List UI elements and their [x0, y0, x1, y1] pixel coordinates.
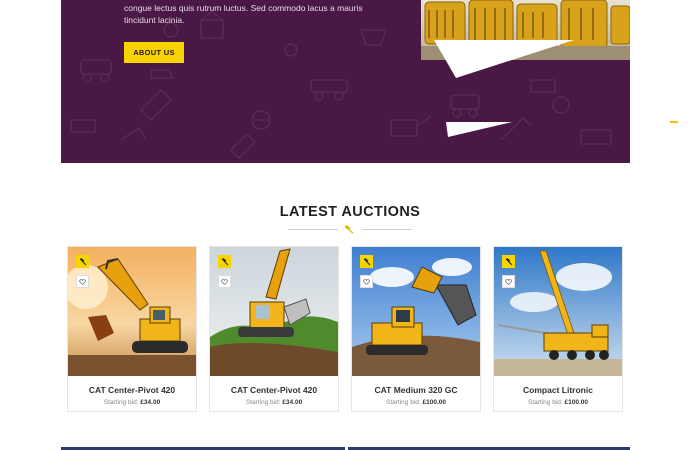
crane-image[interactable] [494, 247, 622, 376]
auction-card[interactable]: CAT Medium 320 GC Starting bid: £100.00 [351, 246, 481, 412]
excavator-image[interactable] [352, 247, 480, 376]
hero-description: congue lectus quis rutrum luctus. Sed co… [124, 3, 374, 26]
hero-white-slice-bottom [446, 122, 512, 137]
bid-value: £100.00 [422, 399, 447, 406]
auction-card[interactable]: CAT Center-Pivot 420 Starting bid: £34.0… [209, 246, 339, 412]
bid-label: Starting bid: [103, 399, 141, 406]
bid-label: Starting bid: [528, 399, 565, 406]
gavel-icon[interactable] [360, 255, 373, 268]
starting-bid: Starting bid: £100.00 [352, 399, 480, 406]
heart-icon[interactable] [218, 275, 231, 288]
bid-value: £100.00 [564, 399, 589, 406]
starting-bid: Starting bid: £34.00 [68, 399, 196, 406]
auction-card[interactable]: CAT Center-Pivot 420 Starting bid: £34.0… [67, 246, 197, 412]
gavel-icon[interactable] [218, 255, 231, 268]
heart-icon[interactable] [360, 275, 373, 288]
heart-icon[interactable] [76, 275, 89, 288]
about-us-button[interactable]: ABOUT US [124, 42, 184, 63]
hero-banner: congue lectus quis rutrum luctus. Sed co… [61, 0, 630, 163]
hero-white-slice-top [434, 40, 574, 78]
gavel-icon [344, 225, 354, 234]
auction-title[interactable]: CAT Medium 320 GC [352, 385, 480, 395]
bid-value: £34.00 [282, 399, 303, 406]
auction-card[interactable]: Compact Litronic Starting bid: £100.00 [493, 246, 623, 412]
bid-label: Starting bid: [386, 399, 423, 406]
auction-title[interactable]: Compact Litronic [494, 385, 622, 395]
gavel-icon[interactable] [76, 255, 89, 268]
excavator-image[interactable] [210, 247, 338, 376]
auction-title[interactable]: CAT Center-Pivot 420 [210, 385, 338, 395]
side-scroll-mark [670, 121, 678, 123]
starting-bid: Starting bid: £34.00 [210, 399, 338, 406]
section-title: LATEST AUCTIONS [279, 204, 421, 220]
bid-label: Starting bid: [245, 399, 283, 406]
starting-bid: Starting bid: £100.00 [494, 399, 622, 406]
excavator-image[interactable] [68, 247, 196, 376]
auction-title[interactable]: CAT Center-Pivot 420 [68, 385, 196, 395]
hero-text-line-2: tincidunt lacinia. [124, 14, 185, 25]
hero-text-line-1: congue lectus quis rutrum luctus. Sed co… [124, 3, 363, 13]
title-divider [288, 225, 412, 234]
bid-value: £34.00 [140, 399, 161, 406]
heart-icon[interactable] [502, 275, 515, 288]
gavel-icon[interactable] [502, 255, 515, 268]
